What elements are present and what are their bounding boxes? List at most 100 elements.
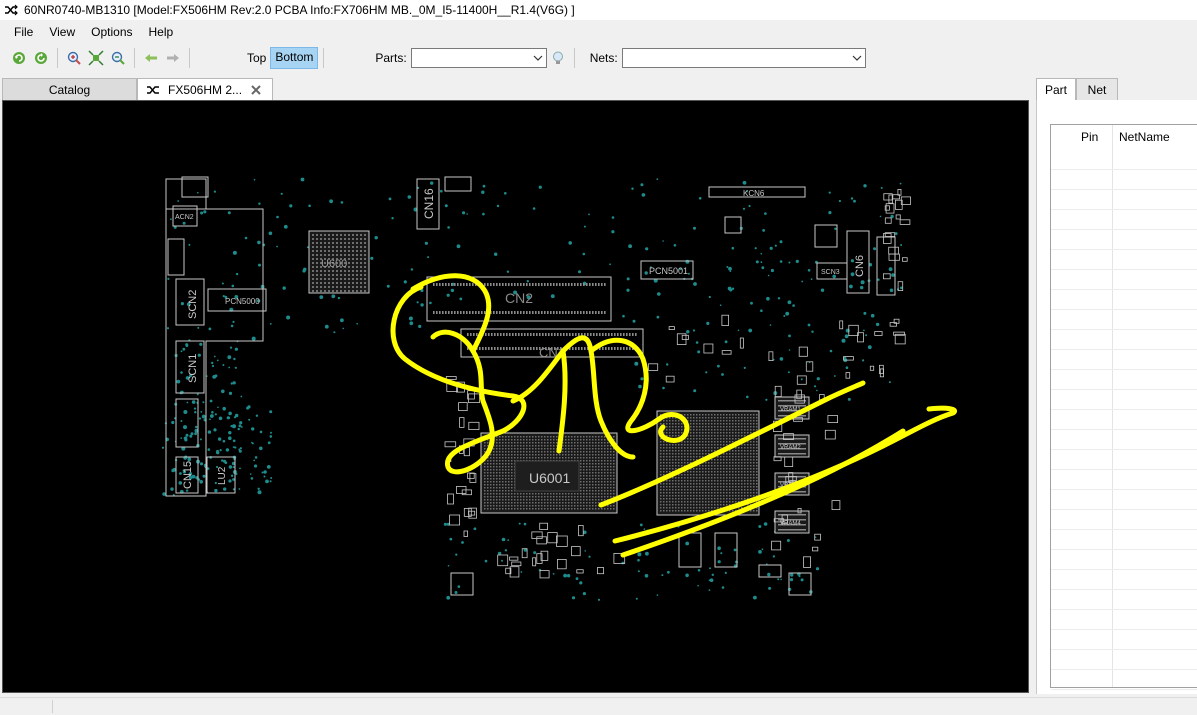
pin-grid[interactable]: Pin NetName xyxy=(1050,124,1197,690)
lightbulb-icon[interactable] xyxy=(548,48,568,68)
grid-row-line xyxy=(1051,249,1197,250)
refresh-icon[interactable] xyxy=(9,48,29,68)
label-cn2: CN2 xyxy=(505,290,533,306)
panel-body: Pin NetName xyxy=(1036,100,1197,694)
component-outline xyxy=(876,236,896,296)
component-outline xyxy=(724,216,742,234)
toolbar-separator xyxy=(323,48,325,68)
component-outline xyxy=(678,532,702,568)
tab-part-label: Part xyxy=(1044,83,1067,97)
window-title: 60NR0740-MB1310 [Model:FX506HM Rev:2.0 P… xyxy=(24,3,575,17)
title-bar: 60NR0740-MB1310 [Model:FX506HM Rev:2.0 P… xyxy=(0,0,1197,20)
properties-panel: Part Net Pin NetName xyxy=(1036,78,1197,694)
label-u600: U600 xyxy=(321,258,347,270)
shuffle-icon xyxy=(5,4,18,16)
parts-label: Parts: xyxy=(375,51,407,65)
grid-row-line xyxy=(1051,429,1197,430)
top-side-button[interactable]: Top xyxy=(243,48,270,68)
fit-icon[interactable] xyxy=(86,48,106,68)
grid-row-line xyxy=(1051,549,1197,550)
grid-row-line xyxy=(1051,169,1197,170)
grid-row-line xyxy=(1051,409,1197,410)
grid-row-line xyxy=(1051,509,1197,510)
grid-row-line xyxy=(1051,589,1197,590)
label-pcn5000: PCN5000 xyxy=(225,297,260,306)
bottom-side-button[interactable]: Bottom xyxy=(270,47,319,69)
label-cn15: CN15 xyxy=(182,461,194,489)
parts-combobox[interactable] xyxy=(410,48,547,68)
grid-row-line xyxy=(1051,609,1197,610)
component-outline xyxy=(450,572,474,596)
nets-label: Nets: xyxy=(589,51,618,65)
chevron-down-icon xyxy=(533,55,543,61)
grid-row-line xyxy=(1051,569,1197,570)
close-icon[interactable] xyxy=(250,84,262,96)
label-cn6: CN6 xyxy=(854,255,866,277)
component-outline xyxy=(181,176,209,198)
nets-combobox[interactable] xyxy=(621,48,866,68)
grid-row-line xyxy=(1051,629,1197,630)
grid-row-line xyxy=(1051,469,1197,470)
label-lu2: LU2 xyxy=(217,466,228,485)
menu-help[interactable]: Help xyxy=(141,22,182,42)
menu-options[interactable]: Options xyxy=(83,22,140,42)
column-header-pin[interactable]: Pin xyxy=(1081,125,1098,149)
component-outline xyxy=(814,224,838,248)
grid-row-line xyxy=(1051,309,1197,310)
shuffle-icon xyxy=(147,86,159,94)
label-acn2: ACN2 xyxy=(175,214,194,221)
label-vram4: VRAM4 xyxy=(780,521,801,527)
tab-net[interactable]: Net xyxy=(1076,78,1118,100)
label-scn2: SCN2 xyxy=(187,290,199,319)
chevron-down-icon xyxy=(852,55,862,61)
pcb-canvas[interactable]: CN16 CN2 CN1 U6001 U600 PCN5001 KCN6 CN6… xyxy=(3,101,1028,692)
grid-row-line xyxy=(1051,449,1197,450)
grid-row-line xyxy=(1051,209,1197,210)
status-divider xyxy=(52,700,53,713)
tab-board[interactable]: FX506HM 2... xyxy=(137,78,273,101)
status-bar xyxy=(0,697,1197,715)
document-tabstrip: Catalog FX506HM 2... xyxy=(0,78,1030,101)
grid-row-line xyxy=(1051,649,1197,650)
grid-row-line xyxy=(1051,189,1197,190)
grid-row-line xyxy=(1051,489,1197,490)
zoom-in-icon[interactable] xyxy=(64,48,84,68)
zoom-out-icon[interactable] xyxy=(108,48,128,68)
label-pcn5001: PCN5001 xyxy=(649,266,688,276)
forward-arrow-icon[interactable] xyxy=(163,48,183,68)
label-scn1: SCN1 xyxy=(187,354,199,383)
toolbar-separator xyxy=(57,48,58,68)
toolbar-separator xyxy=(573,48,575,68)
grid-row-line xyxy=(1051,669,1197,670)
label-u6001: U6001 xyxy=(529,470,570,486)
rotate-icon[interactable] xyxy=(31,48,51,68)
label-scn3: SCN3 xyxy=(821,269,840,276)
tab-board-label: FX506HM 2... xyxy=(168,83,243,97)
label-kcn6: KCN6 xyxy=(743,189,765,198)
grid-row-line xyxy=(1051,529,1197,530)
grid-row-line xyxy=(1051,689,1197,690)
menu-file[interactable]: File xyxy=(0,22,41,42)
board-outline xyxy=(165,178,264,497)
grid-row-line xyxy=(1051,289,1197,290)
grid-row-line xyxy=(1051,349,1197,350)
tab-catalog-label: Catalog xyxy=(48,82,91,97)
toolbar: Top Bottom Parts: Nets: xyxy=(0,45,1197,71)
menu-view[interactable]: View xyxy=(41,22,83,42)
board-viewer[interactable]: CN16 CN2 CN1 U6001 U600 PCN5001 KCN6 CN6… xyxy=(2,100,1029,693)
grid-row-line xyxy=(1051,329,1197,330)
grid-row-line xyxy=(1051,369,1197,370)
tab-catalog[interactable]: Catalog xyxy=(2,78,137,100)
label-vram2: VRAM2 xyxy=(780,445,801,451)
toolbar-separator xyxy=(189,48,190,68)
toolbar-separator xyxy=(134,48,135,68)
tab-part[interactable]: Part xyxy=(1036,78,1076,101)
grid-row-line xyxy=(1051,269,1197,270)
component-outline xyxy=(444,176,472,192)
tab-net-label: Net xyxy=(1087,82,1107,97)
label-cn16: CN16 xyxy=(422,188,436,219)
back-arrow-icon[interactable] xyxy=(141,48,161,68)
grid-row-line xyxy=(1051,389,1197,390)
component-outline xyxy=(167,238,185,276)
column-header-netname[interactable]: NetName xyxy=(1119,125,1170,149)
